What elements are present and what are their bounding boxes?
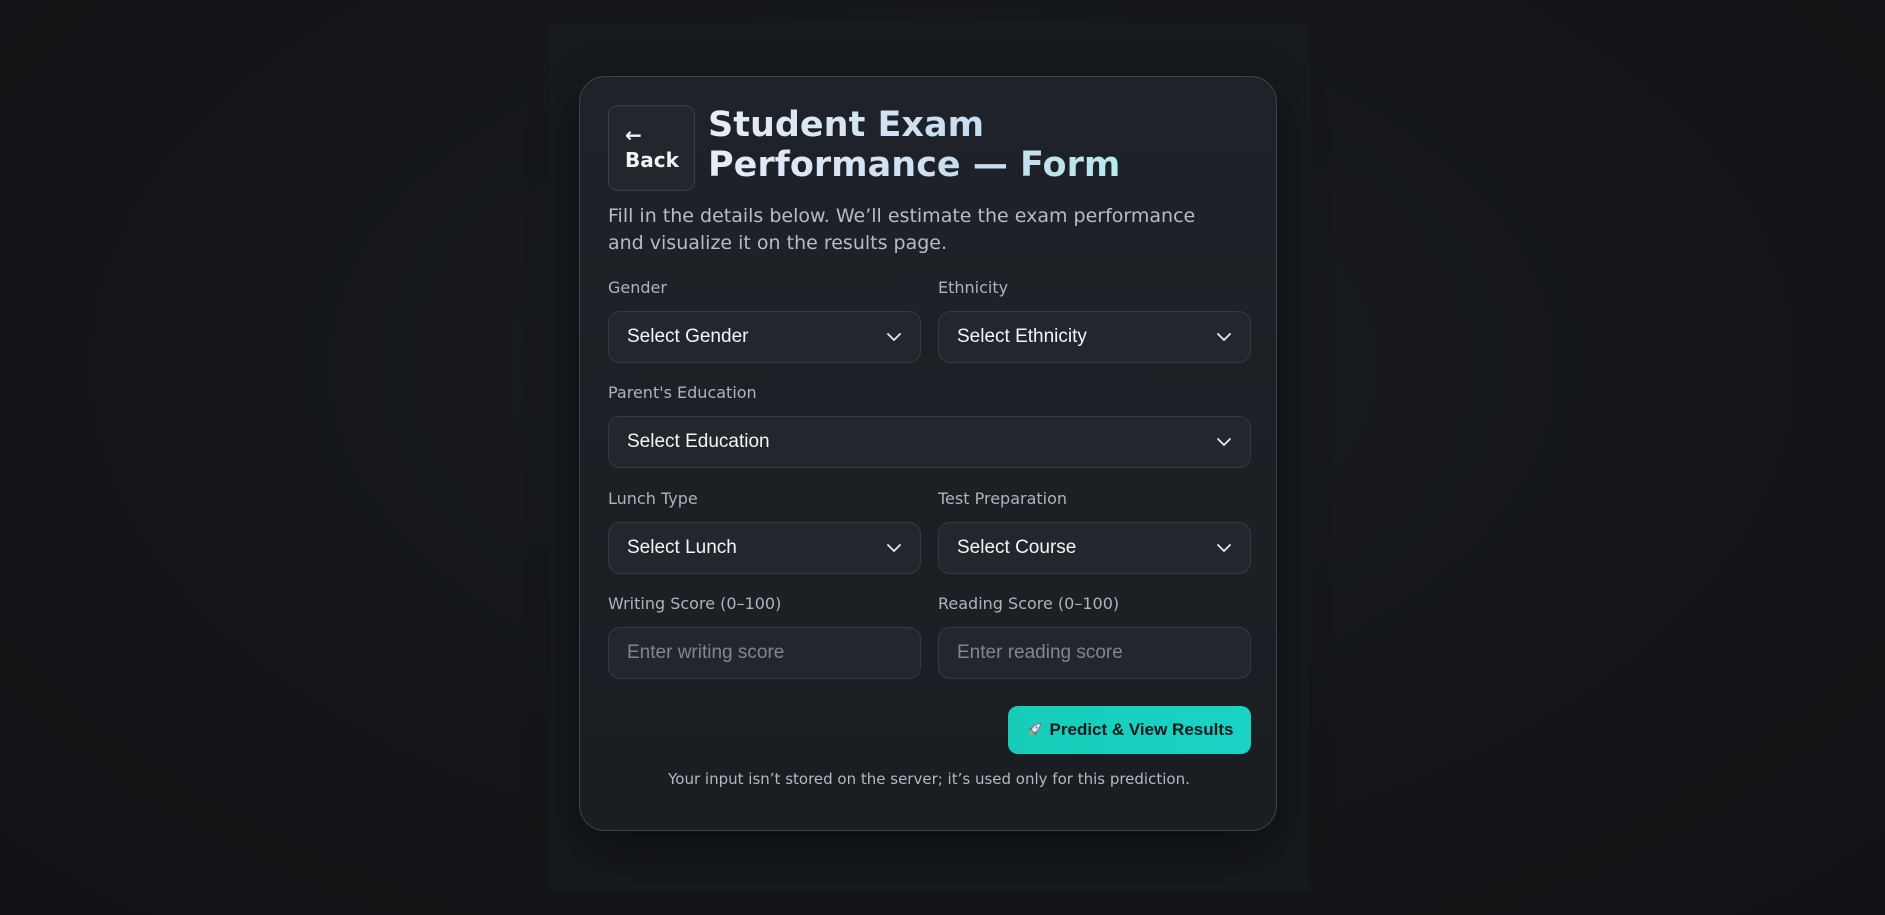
test-preparation-select[interactable]: Select Course bbox=[938, 522, 1251, 574]
back-button[interactable]: ← Back bbox=[608, 105, 695, 191]
ethnicity-label: Ethnicity bbox=[938, 278, 1009, 297]
predict-button[interactable]: Predict & View Results bbox=[1008, 706, 1251, 754]
ethnicity-select[interactable]: Select Ethnicity bbox=[938, 311, 1251, 363]
writing-score-placeholder: Enter writing score bbox=[627, 642, 785, 663]
lunch-type-select[interactable]: Select Lunch bbox=[608, 522, 921, 574]
back-arrow-icon: ← bbox=[625, 123, 642, 147]
parent-education-select[interactable]: Select Education bbox=[608, 416, 1251, 468]
page: ← Back Student Exam Performance — Form F… bbox=[0, 0, 1885, 915]
page-title: Student Exam Performance — Form bbox=[708, 105, 1148, 185]
privacy-footnote: Your input isn’t stored on the server; i… bbox=[668, 770, 1190, 788]
writing-score-label: Writing Score (0–100) bbox=[608, 594, 782, 613]
predict-button-label: Predict & View Results bbox=[1049, 720, 1234, 739]
chevron-down-icon bbox=[886, 540, 902, 556]
gender-label: Gender bbox=[608, 278, 667, 297]
reading-score-label: Reading Score (0–100) bbox=[938, 594, 1120, 613]
form-card: ← Back Student Exam Performance — Form F… bbox=[579, 76, 1277, 831]
lunch-type-select-value: Select Lunch bbox=[627, 537, 737, 558]
test-preparation-label: Test Preparation bbox=[938, 489, 1068, 508]
lunch-type-label: Lunch Type bbox=[608, 489, 698, 508]
rocket-icon bbox=[1026, 722, 1042, 738]
parent-education-select-value: Select Education bbox=[627, 431, 770, 452]
test-preparation-select-value: Select Course bbox=[957, 537, 1077, 558]
writing-score-input[interactable]: Enter writing score bbox=[608, 627, 921, 679]
chevron-down-icon bbox=[1216, 434, 1232, 450]
reading-score-input[interactable]: Enter reading score bbox=[938, 627, 1251, 679]
ethnicity-select-value: Select Ethnicity bbox=[957, 326, 1087, 347]
gender-select-value: Select Gender bbox=[627, 326, 749, 347]
back-button-label: Back bbox=[625, 148, 679, 172]
chevron-down-icon bbox=[1216, 329, 1232, 345]
gender-select[interactable]: Select Gender bbox=[608, 311, 921, 363]
chevron-down-icon bbox=[886, 329, 902, 345]
reading-score-placeholder: Enter reading score bbox=[957, 642, 1123, 663]
page-subtitle: Fill in the details below. We’ll estimat… bbox=[608, 205, 1196, 254]
parent-education-label: Parent's Education bbox=[608, 383, 757, 402]
chevron-down-icon bbox=[1216, 540, 1232, 556]
